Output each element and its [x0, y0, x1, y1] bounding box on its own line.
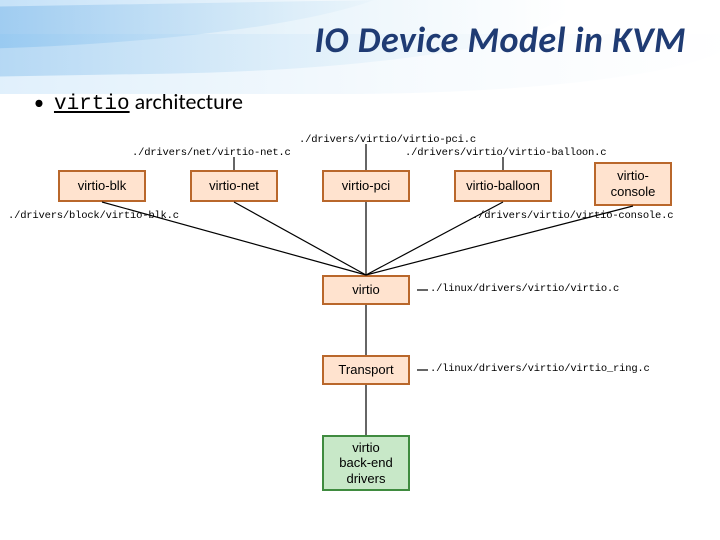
architecture-diagram: virtio-blk virtio-net virtio-pci virtio-…: [10, 130, 710, 530]
path-balloon: ./drivers/virtio/virtio-balloon.c: [405, 147, 606, 159]
node-virtio-console: virtio- console: [594, 162, 672, 206]
path-blk: ./drivers/block/virtio-blk.c: [8, 210, 179, 222]
bullet-marker: •: [34, 93, 44, 113]
path-pci: ./drivers/virtio/virtio-pci.c: [299, 134, 476, 146]
node-virtio: virtio: [322, 275, 410, 305]
node-virtio-balloon: virtio-balloon: [454, 170, 552, 202]
path-console: ./drivers/virtio/virtio-console.c: [472, 210, 673, 222]
path-virtio: ./linux/drivers/virtio/virtio.c: [430, 283, 619, 295]
node-virtio-blk: virtio-blk: [58, 170, 146, 202]
node-backend: virtio back-end drivers: [322, 435, 410, 491]
path-net: ./drivers/net/virtio-net.c: [132, 147, 291, 159]
node-transport: Transport: [322, 355, 410, 385]
path-transport: ./linux/drivers/virtio/virtio_ring.c: [430, 363, 650, 375]
node-virtio-pci: virtio-pci: [322, 170, 410, 202]
bullet-text: architecture: [130, 88, 243, 115]
bullet-code-term: virtio: [54, 93, 130, 116]
node-virtio-net: virtio-net: [190, 170, 278, 202]
bullet-line: • virtio architecture: [34, 88, 243, 116]
slide-title: IO Device Model in KVM: [314, 18, 686, 62]
